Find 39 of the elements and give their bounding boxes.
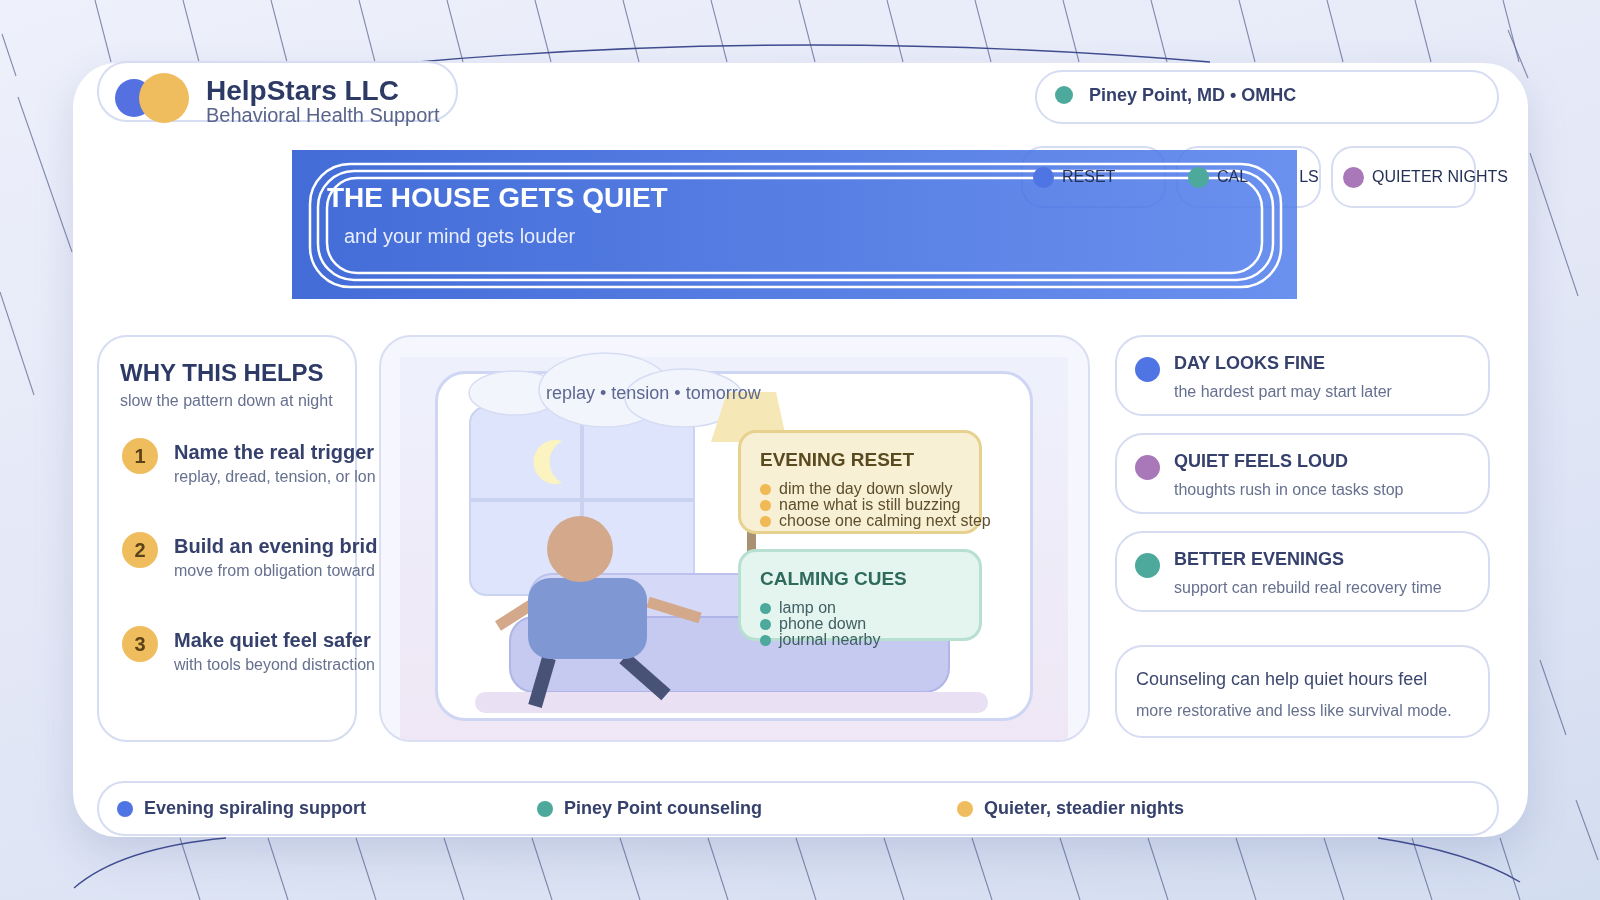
insight-text: the hardest part may start later (1174, 382, 1392, 402)
logo-icon (115, 73, 189, 123)
chip-label: LS (1299, 167, 1319, 187)
insight-title: QUIET FEELS LOUD (1174, 450, 1349, 472)
card-title: CALMING CUES (760, 568, 907, 590)
note-text: more restorative and less like survival mode. (1136, 701, 1452, 721)
step-title: Name the real trigger (174, 440, 375, 464)
step-text: replay, dread, tension, or lon (174, 467, 376, 487)
step-text: move from obligation toward (174, 561, 375, 581)
insight-text: thoughts rush in once tasks stop (1174, 480, 1404, 500)
location-dot-icon (1055, 86, 1073, 104)
insight-title: DAY LOOKS FINE (1174, 352, 1327, 374)
list-item: choose one calming next step (779, 513, 991, 529)
step-number: 1 (122, 438, 158, 474)
list-item: dim the day down slowly (779, 481, 953, 497)
chip-label: QUIETER NIGHTS (1372, 167, 1508, 187)
location-label: Piney Point, MD • OMHC (1089, 84, 1297, 106)
list-item: phone down (779, 616, 867, 632)
step-title: Make quiet feel safer (174, 628, 371, 652)
insight-text: support can rebuild real recovery time (1174, 578, 1442, 598)
footer-label: Piney Point counseling (564, 798, 763, 819)
insight-title: BETTER EVENINGS (1174, 548, 1346, 570)
step-number: 2 (122, 532, 158, 568)
panel-title: WHY THIS HELPS (120, 359, 324, 387)
moon-icon (533, 440, 562, 484)
footer-label: Evening spiraling support (144, 798, 367, 819)
thought-text: replay • tension • tomorrow (546, 383, 761, 403)
card-title: EVENING RESET (760, 449, 915, 471)
brand-name: HelpStars LLC (206, 76, 400, 106)
note-text: Counseling can help quiet hours feel (1136, 668, 1428, 690)
step-text: with tools beyond distraction (174, 655, 375, 675)
list-item: lamp on (779, 600, 836, 616)
footer-label: Quieter, steadier nights (984, 798, 1185, 819)
list-item: journal nearby (779, 632, 881, 648)
panel-subtitle: slow the pattern down at night (120, 391, 333, 411)
banner-subtitle: and your mind gets louder (344, 224, 576, 248)
step-title: Build an evening brid (174, 534, 378, 558)
step-number: 3 (122, 626, 158, 662)
list-item: name what is still buzzing (779, 497, 961, 513)
